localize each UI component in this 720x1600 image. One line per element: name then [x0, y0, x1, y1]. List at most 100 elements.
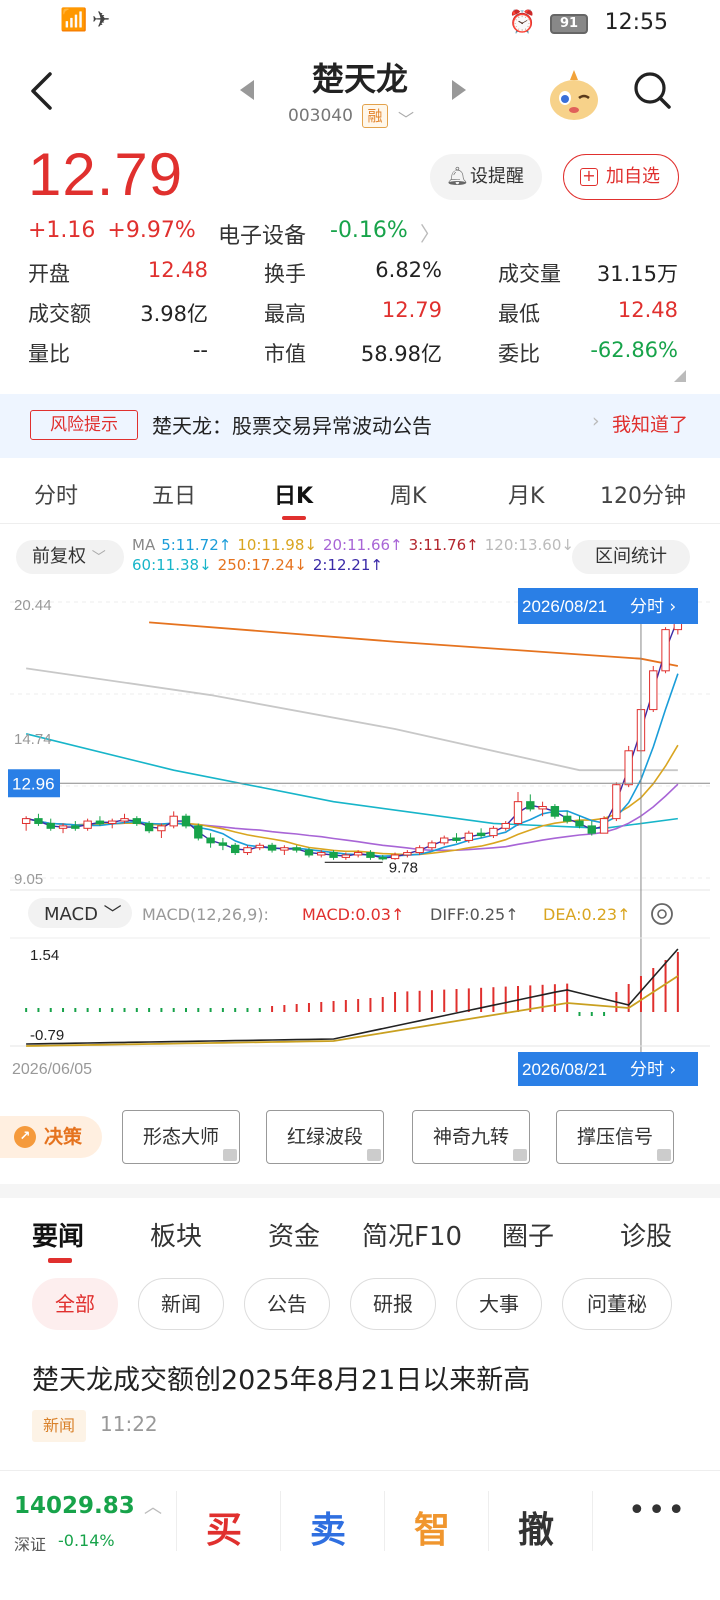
stat-value: -62.86%	[590, 338, 678, 362]
candle-body	[440, 837, 449, 844]
candle-body	[599, 818, 609, 834]
filter-events[interactable]: 大事	[456, 1278, 542, 1330]
y-axis-label: 14.74	[14, 731, 52, 748]
set-alert-label: 设提醒	[470, 166, 524, 187]
stat-value: 58.98亿	[360, 342, 442, 366]
tab-five-day[interactable]: 五日	[152, 478, 196, 510]
candle-body	[513, 801, 523, 824]
chevron-right-icon[interactable]: 〉	[420, 218, 440, 247]
tab-monthly-k[interactable]: 月K	[508, 478, 544, 510]
tool-pattern-master[interactable]: 形态大师	[122, 1110, 240, 1164]
period-tabs: 分时 五日 日K 周K 月K 120分钟	[0, 466, 720, 524]
cursor-link-text-bottom: 分时 ›	[630, 1060, 676, 1080]
macd-y-label: -0.79	[30, 1027, 64, 1044]
smart-trade-button[interactable]: 智	[414, 1501, 450, 1553]
lock-icon	[223, 1149, 237, 1161]
candle-body	[280, 847, 289, 851]
candle-body	[452, 837, 461, 841]
candle-body	[366, 852, 375, 858]
kline-svg[interactable]: 20.44 14.74 9.05 9.78 12.96 2026/08/21 分时 › MAC…	[0, 588, 720, 1088]
add-watchlist-button[interactable]: + 加自选	[563, 154, 679, 200]
mascot-icon[interactable]	[546, 68, 602, 124]
risk-dismiss-button[interactable]: 我知道了	[612, 410, 688, 437]
candle-body	[649, 670, 658, 711]
candle-body	[144, 822, 154, 832]
tab-intraday[interactable]: 分时	[34, 478, 78, 510]
tab-f10[interactable]: 简况F10	[362, 1216, 462, 1253]
ma120-line	[26, 667, 678, 772]
ma250-line	[149, 621, 679, 667]
tab-weekly-k[interactable]: 周K	[390, 478, 426, 510]
ma-legend-item: 20:11.66↑	[322, 536, 403, 554]
candle-body	[501, 822, 510, 829]
diff-line	[26, 948, 679, 1045]
filter-news[interactable]: 新闻	[138, 1278, 224, 1330]
news-filter-chips: 全部 新闻 公告 研报 大事 问董秘	[0, 1278, 720, 1332]
stat-label: 量比	[28, 342, 70, 366]
filter-research[interactable]: 研报	[350, 1278, 436, 1330]
candle-body	[476, 832, 486, 837]
tool-red-green-wave[interactable]: 红绿波段	[266, 1110, 384, 1164]
filter-all[interactable]: 全部	[32, 1278, 118, 1330]
tab-headlines[interactable]: 要闻	[32, 1216, 84, 1253]
candle-body	[230, 844, 240, 854]
chevron-down-icon[interactable]: ﹀	[398, 106, 414, 130]
cursor-date-text-bottom: 2026/08/21	[522, 1060, 607, 1079]
tab-circle[interactable]: 圈子	[502, 1216, 554, 1253]
sector-name[interactable]: 电子设备	[218, 218, 306, 250]
ma-legend-line-1: MA 5:11.72↑ 10:11.98↓ 20:11.66↑ 3:11.76↑ 120:…	[132, 536, 580, 554]
sector-change[interactable]: -0.16%	[330, 218, 408, 243]
decision-badge[interactable]: ↗ 决策	[0, 1116, 102, 1158]
change-amount: +1.16	[28, 218, 96, 243]
tab-capital[interactable]: 资金	[268, 1216, 320, 1253]
price-adjust-dropdown[interactable]: 前复权 ﹀	[16, 540, 124, 574]
search-icon[interactable]	[632, 70, 672, 110]
airplane-icon: ✈	[92, 8, 111, 33]
chevron-up-icon[interactable]: ︿	[144, 1493, 162, 1519]
list-item[interactable]: 楚天龙成交额创2025年8月21日以来新高 新闻 11:22	[0, 1356, 720, 1456]
news-title[interactable]: 楚天龙成交额创2025年8月21日以来新高	[32, 1358, 530, 1397]
candle-body	[390, 854, 400, 860]
ma60-line	[25, 733, 678, 830]
next-stock-icon[interactable]	[452, 80, 466, 100]
range-stats-button[interactable]: 区间统计	[572, 540, 690, 574]
candle-body	[489, 827, 498, 837]
risk-notice-bar[interactable]: 风险提示 楚天龙：股票交易异常波动公告 › 我知道了	[0, 394, 720, 458]
tab-diagnosis[interactable]: 诊股	[620, 1216, 672, 1253]
stat-value: 12.79	[381, 298, 442, 322]
filter-ask-secretary[interactable]: 问董秘	[562, 1278, 672, 1330]
filter-announcements[interactable]: 公告	[244, 1278, 330, 1330]
divider	[280, 1491, 281, 1551]
candle-body	[169, 815, 178, 827]
macd-value: MACD:0.03↑	[302, 905, 404, 924]
kline-chart[interactable]: 20.44 14.74 9.05 9.78 12.96 2026/08/21 分时 › MAC…	[0, 588, 720, 1088]
divider	[176, 1491, 177, 1551]
buy-button[interactable]: 买	[206, 1501, 242, 1553]
stock-code: 003040	[288, 106, 353, 126]
set-alert-button[interactable]: 🔔︎ 设提醒	[430, 154, 542, 200]
candle-body	[317, 852, 326, 856]
ma-legend-item: 250:17.24↓	[217, 556, 307, 574]
tab-daily-k[interactable]: 日K	[274, 478, 313, 510]
tool-magic-nine[interactable]: 神奇九转	[412, 1110, 530, 1164]
tool-label: 形态大师	[142, 1126, 219, 1148]
candle-body	[292, 847, 301, 851]
active-tab-indicator	[48, 1258, 72, 1263]
index-value[interactable]: 14029.83	[14, 1493, 135, 1519]
expand-corner-icon[interactable]	[674, 370, 686, 382]
tab-120-min[interactable]: 120分钟	[600, 478, 686, 510]
candle-body	[58, 825, 68, 829]
candle-body	[353, 852, 363, 856]
last-price: 12.79	[28, 141, 184, 208]
sell-button[interactable]: 卖	[310, 1501, 346, 1553]
plus-icon: +	[580, 168, 598, 186]
more-icon[interactable]: •••	[628, 1493, 687, 1528]
tab-sectors[interactable]: 板块	[150, 1216, 202, 1253]
candle-body	[255, 844, 264, 849]
tool-support-resistance[interactable]: 撑压信号	[556, 1110, 674, 1164]
risk-text[interactable]: 楚天龙：股票交易异常波动公告	[152, 410, 432, 439]
candle-body	[108, 820, 117, 824]
cancel-order-button[interactable]: 撤	[518, 1501, 554, 1553]
ma-legend-item: MA	[132, 536, 156, 554]
index-change: -0.14%	[58, 1531, 115, 1550]
